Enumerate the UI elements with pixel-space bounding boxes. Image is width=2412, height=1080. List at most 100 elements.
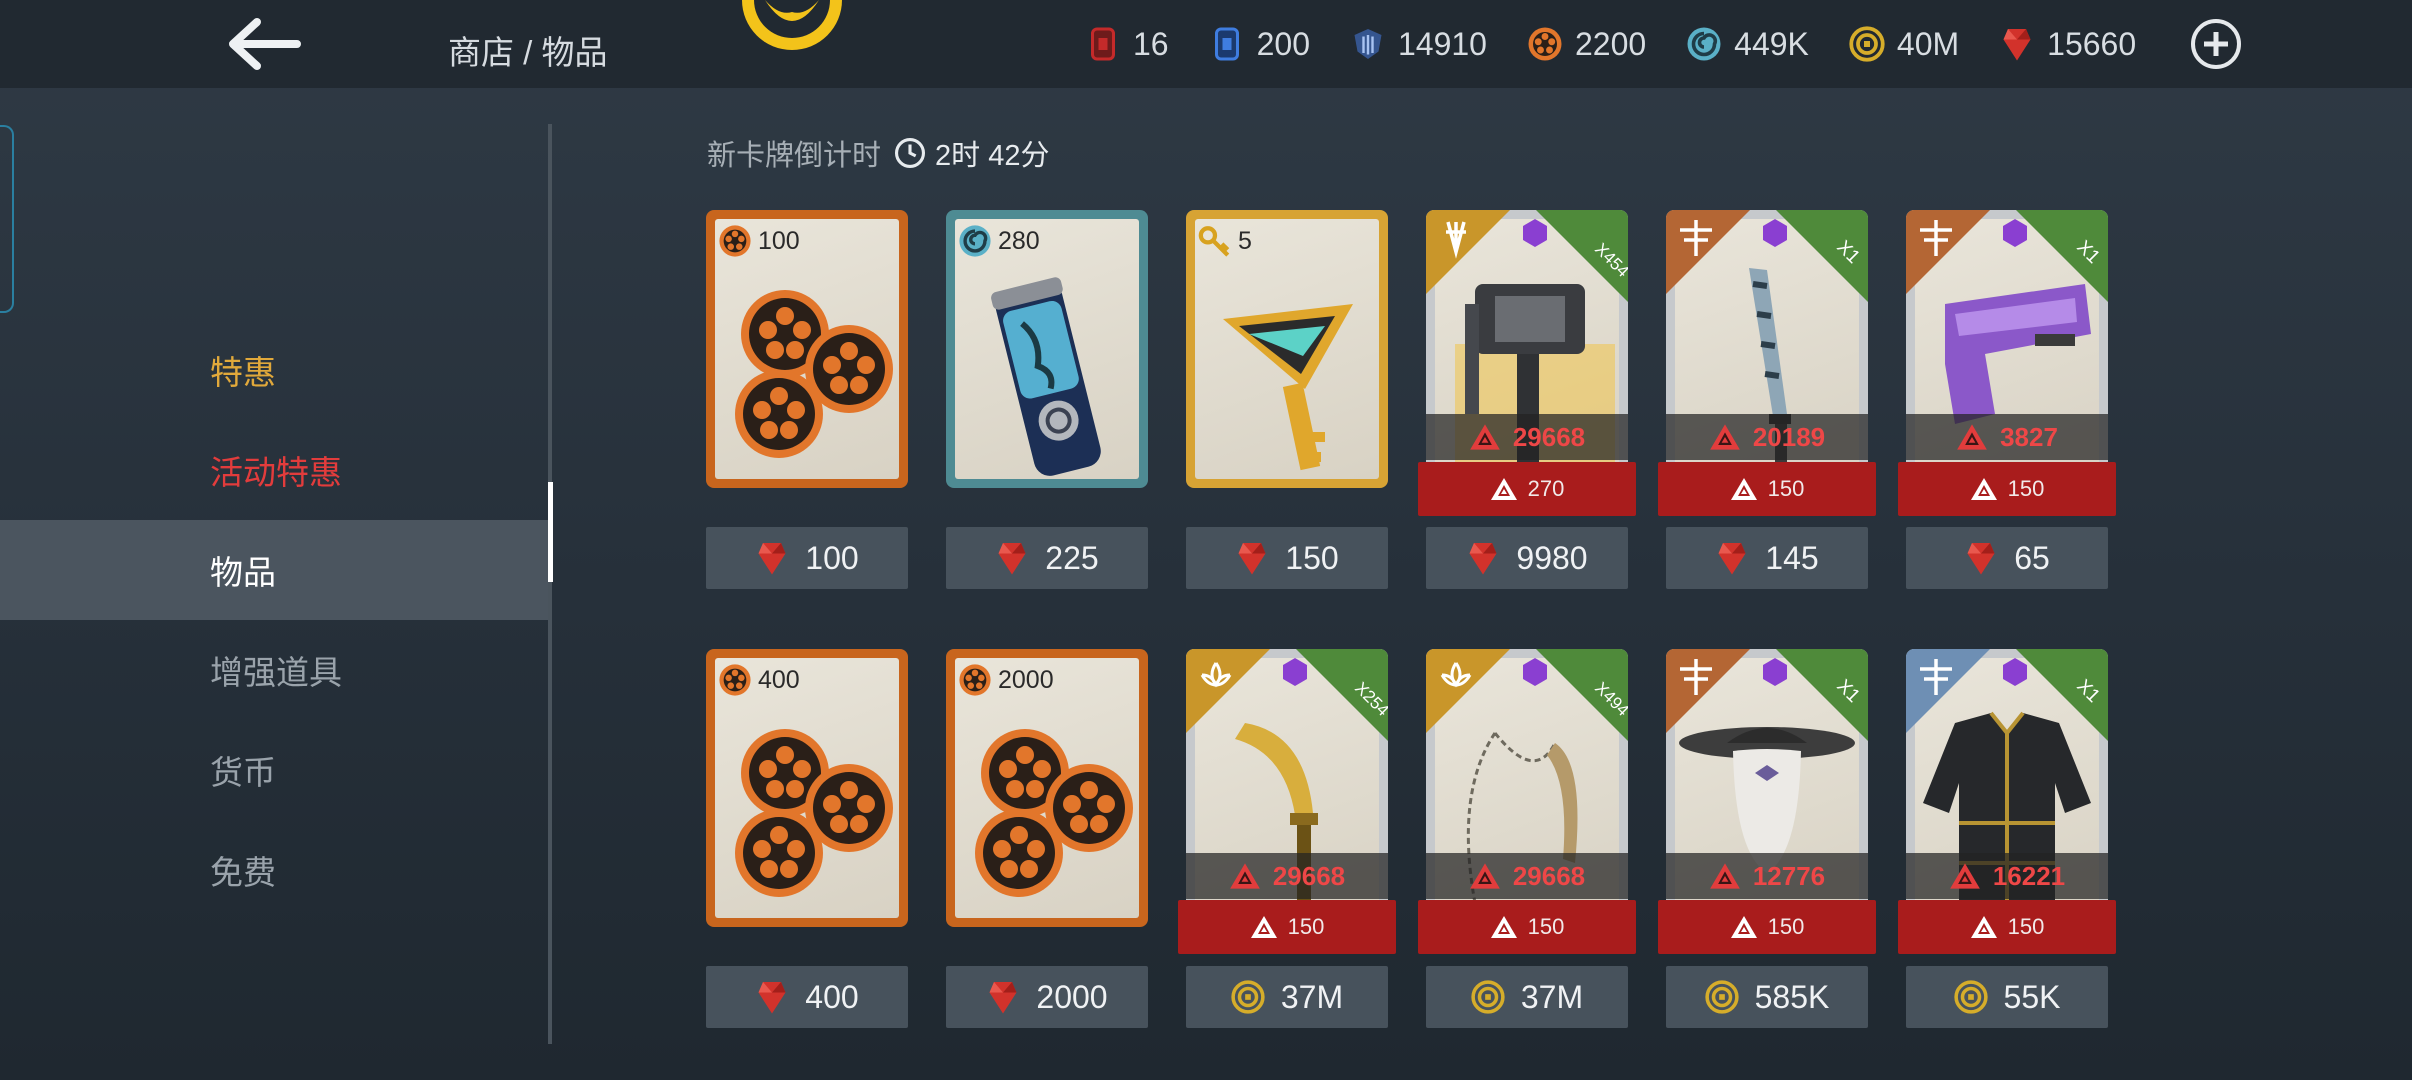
resource-value: 449K: [1734, 25, 1809, 62]
sidebar-item-special-offers[interactable]: 特惠: [0, 320, 552, 420]
orange-token-icon: [718, 663, 752, 697]
sidebar-item-free[interactable]: 免费: [0, 820, 552, 920]
dragonfly-class-badge-icon: [1666, 649, 1750, 733]
level-value: 150: [2007, 914, 2045, 939]
price-button[interactable]: 37M: [1186, 966, 1388, 1028]
level-bar: 150: [1658, 462, 1876, 516]
price-value: 65: [2014, 539, 2050, 576]
level-value: 270: [1527, 476, 1565, 501]
teal-swirl-icon: [1686, 26, 1722, 62]
power-icon: [1956, 423, 1988, 451]
power-band: 29668: [1186, 853, 1388, 899]
sidebar-item-label: 特惠: [210, 354, 276, 391]
shop-item-card[interactable]: X1 3827: [1906, 210, 2108, 488]
power-band: 29668: [1426, 853, 1628, 899]
rank-icon: [1970, 476, 1998, 502]
red-gem-icon: [995, 540, 1029, 576]
shop-item-card[interactable]: X1 12776: [1666, 649, 1868, 927]
red-gem-icon: [986, 979, 1020, 1015]
gold-key-icon: [1223, 304, 1353, 471]
shop-item-card[interactable]: X454 29668: [1426, 210, 1628, 488]
dragonfly-class-badge-icon: [1666, 210, 1750, 294]
price-button[interactable]: 400: [706, 966, 908, 1028]
active-indicator: [548, 482, 553, 582]
shop-item-card[interactable]: 100: [706, 210, 908, 488]
sidebar-item-label: 免费: [210, 854, 276, 891]
item-quantity: 400: [718, 663, 800, 697]
sidebar-item-currency[interactable]: 货币: [0, 720, 552, 820]
price-button[interactable]: 37M: [1426, 966, 1628, 1028]
level-bar: 150: [1898, 462, 2116, 516]
resource-value: 40M: [1896, 25, 1960, 62]
power-value: 3827: [2000, 421, 2058, 452]
price-button[interactable]: 145: [1666, 527, 1868, 589]
price-value: 37M: [1280, 978, 1344, 1015]
level-value: 150: [1767, 476, 1805, 501]
price-value: 145: [1765, 539, 1819, 576]
gold-coin-icon: [1954, 979, 1988, 1015]
price-value: 225: [1045, 539, 1099, 576]
level-bar: 150: [1178, 900, 1396, 954]
shop-item-card[interactable]: X494 29668: [1426, 649, 1628, 927]
price-button[interactable]: 100: [706, 527, 908, 589]
quantity-value: 280: [998, 226, 1040, 255]
sidebar: 特惠 活动特惠 物品 增强道具 货币 免费: [0, 320, 552, 920]
price-button[interactable]: 2000: [946, 966, 1148, 1028]
quantity-value: 2000: [998, 665, 1054, 694]
resource-value: 2200: [1574, 25, 1647, 62]
price-button[interactable]: 65: [1906, 527, 2108, 589]
red-gem-icon: [1466, 540, 1500, 576]
power-band: 29668: [1426, 414, 1628, 460]
shop-item-card[interactable]: 400: [706, 649, 908, 927]
price-button[interactable]: 225: [946, 527, 1148, 589]
price-button[interactable]: 9980: [1426, 527, 1628, 589]
add-currency-icon[interactable]: [2190, 18, 2242, 70]
price-value: 100: [805, 539, 859, 576]
gold-coin-icon: [1705, 979, 1739, 1015]
shop-item-card[interactable]: X1 20189: [1666, 210, 1868, 488]
price-button[interactable]: 585K: [1666, 966, 1868, 1028]
shop-item-card[interactable]: 5: [1186, 210, 1388, 488]
sidebar-item-event-offers[interactable]: 活动特惠: [0, 420, 552, 520]
item-quantity: 280: [958, 224, 1040, 258]
sidebar-item-boosters[interactable]: 增强道具: [0, 620, 552, 720]
power-value: 29668: [1512, 421, 1586, 452]
dragonfly-class-badge-icon: [1906, 210, 1990, 294]
resource-blue-cards: 200: [1209, 26, 1310, 63]
level-value: 150: [1527, 914, 1565, 939]
price-button[interactable]: 55K: [1906, 966, 2108, 1028]
shop-item-card[interactable]: 2000: [946, 649, 1148, 927]
rank-icon: [1490, 914, 1518, 940]
level-value: 150: [1767, 914, 1805, 939]
resource-bar: 16 200 14910 2200 449K 40M 15660: [1085, 20, 2176, 68]
back-arrow-icon[interactable]: [225, 14, 305, 74]
power-icon: [1709, 423, 1741, 451]
red-gem-icon: [1715, 540, 1749, 576]
sidebar-divider: [548, 124, 552, 1044]
price-value: 400: [805, 978, 859, 1015]
price-button[interactable]: 150: [1186, 527, 1388, 589]
gold-emblem-logo: [742, 0, 842, 50]
shop-item-card[interactable]: X254 29668: [1186, 649, 1388, 927]
red-gem-icon: [1999, 26, 2035, 62]
orange-token-icon: [718, 224, 752, 258]
power-icon: [1949, 862, 1981, 890]
resource-tokens: 2200: [1527, 26, 1646, 63]
orange-token-icon: [1527, 26, 1563, 62]
resource-red-cards: 16: [1085, 26, 1169, 63]
shop-item-card[interactable]: 280: [946, 210, 1148, 488]
key-icon: [1198, 224, 1232, 258]
quantity-value: 400: [758, 665, 800, 694]
count-ribbon: X1: [1776, 210, 1868, 302]
capsule-icon: [991, 277, 1101, 476]
quantity-value: 5: [1238, 226, 1252, 255]
price-value: 150: [1285, 539, 1339, 576]
level-bar: 150: [1418, 900, 1636, 954]
gold-coin-icon: [1231, 979, 1265, 1015]
shop-item-card[interactable]: X1 16221: [1906, 649, 2108, 927]
power-icon: [1229, 862, 1261, 890]
side-panel-tab[interactable]: [0, 125, 14, 313]
count-ribbon: X1: [2016, 649, 2108, 741]
power-icon: [1469, 862, 1501, 890]
sidebar-item-items[interactable]: 物品: [0, 520, 552, 620]
